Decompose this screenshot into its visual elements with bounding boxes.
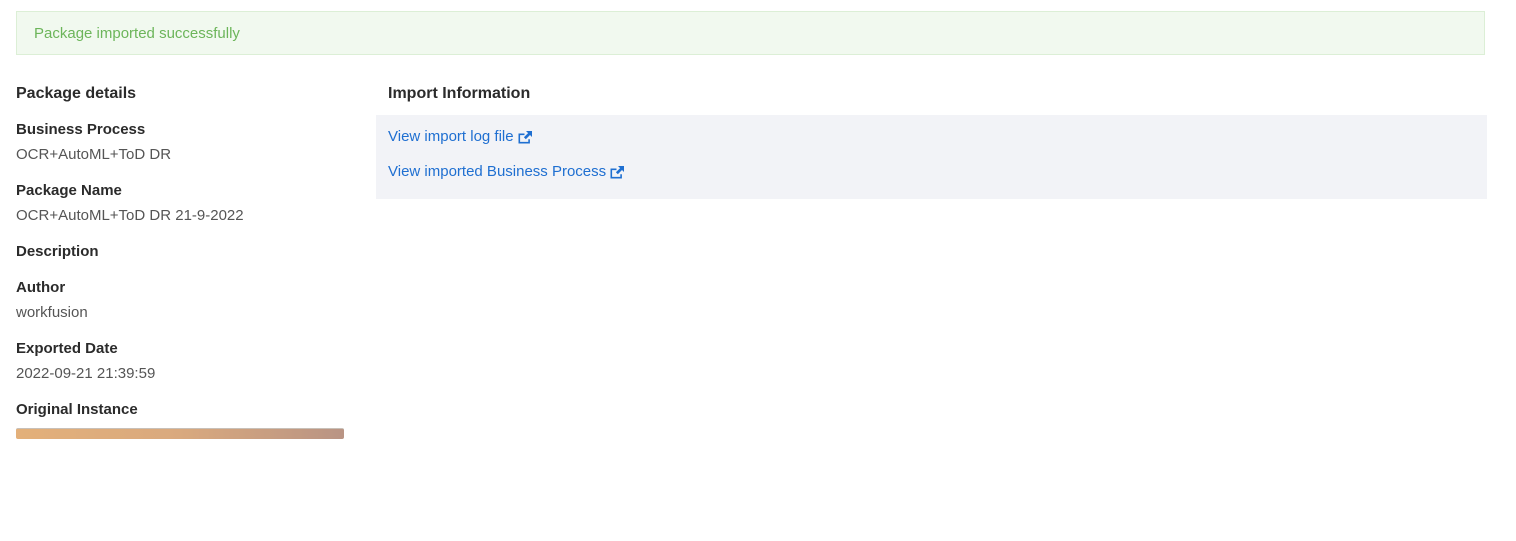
alert-message: Package imported successfully [34,24,240,42]
field-value: 2022-09-21 21:39:59 [16,365,156,382]
import-information-panel: Import Information View import log file … [376,84,1487,199]
external-link-icon [610,166,625,179]
field-label: Description [16,243,99,260]
import-information-title: Import Information [388,85,531,102]
view-imported-business-process-link[interactable]: View imported Business Process [388,160,1475,184]
field-value: workfusion [16,304,88,321]
external-link-icon [518,131,532,144]
field-label: Business Process [16,121,146,138]
link-label: View imported Business Process [388,163,607,180]
business-process-field: Business Process OCR+AutoML+ToD DR [16,120,356,165]
field-label: Exported Date [16,340,118,357]
package-details-title: Package details [16,85,137,102]
package-details-panel: Package details Business Process OCR+Aut… [16,84,356,439]
author-field: Author workfusion [16,278,356,323]
field-label: Original Instance [16,401,138,418]
field-label: Author [16,279,66,296]
field-label: Package Name [16,182,122,199]
package-name-field: Package Name OCR+AutoML+ToD DR 21-9-2022 [16,181,356,226]
link-label: View import log file [388,128,514,145]
original-instance-field: Original Instance [16,400,356,439]
description-field: Description [16,242,356,262]
redacted-value [16,428,344,439]
success-alert: Package imported successfully [16,11,1485,55]
field-value: OCR+AutoML+ToD DR [16,146,172,163]
import-links-box: View import log file View imported Busin… [376,115,1487,199]
exported-date-field: Exported Date 2022-09-21 21:39:59 [16,339,356,384]
view-import-log-link[interactable]: View import log file [388,125,1475,149]
field-value: OCR+AutoML+ToD DR 21-9-2022 [16,207,244,224]
